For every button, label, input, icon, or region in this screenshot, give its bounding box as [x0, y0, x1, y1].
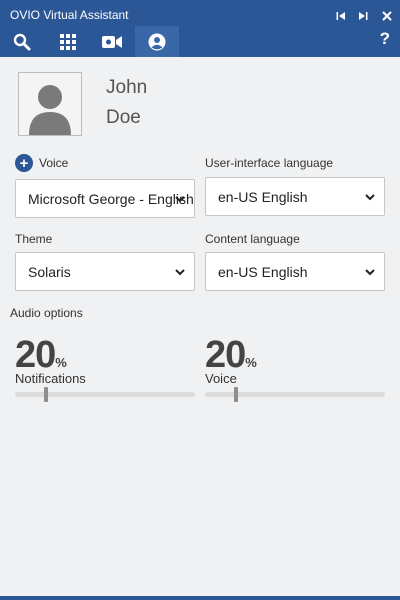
- user-first-name: John: [106, 77, 148, 98]
- chevron-down-icon: [365, 269, 375, 276]
- chevron-down-icon: [175, 196, 185, 203]
- last-icon[interactable]: [356, 8, 370, 24]
- notifications-volume-slider[interactable]: [15, 387, 195, 402]
- voice-volume-label: Voice: [205, 371, 237, 386]
- theme-label: Theme: [15, 232, 53, 246]
- avatar: [18, 72, 82, 136]
- footer-bar: [0, 596, 400, 600]
- close-icon[interactable]: [380, 8, 394, 24]
- notifications-slider-thumb[interactable]: [44, 387, 48, 402]
- chevron-down-icon: [365, 194, 375, 201]
- content-language-select[interactable]: en-US English: [205, 252, 385, 291]
- header-bar: OVIO Virtual Assistant ?: [0, 0, 400, 57]
- voice-volume-unit: %: [245, 355, 257, 370]
- help-button[interactable]: ?: [380, 29, 390, 49]
- voice-select-value: Microsoft George - English (United Kingd…: [28, 190, 194, 207]
- notifications-volume-unit: %: [55, 355, 67, 370]
- ui-language-select[interactable]: en-US English: [205, 177, 385, 216]
- app-title: OVIO Virtual Assistant: [10, 8, 129, 22]
- tab-grid[interactable]: [46, 26, 90, 57]
- grid-icon: [60, 33, 76, 50]
- user-last-name: Doe: [106, 107, 141, 128]
- content-language-select-value: en-US English: [218, 263, 308, 280]
- search-icon: [13, 33, 31, 50]
- voice-slider-thumb[interactable]: [234, 387, 238, 402]
- voice-volume-slider[interactable]: [205, 387, 385, 402]
- voice-label: Voice: [39, 156, 69, 170]
- tab-user[interactable]: [135, 26, 179, 57]
- theme-select[interactable]: Solaris: [15, 252, 195, 291]
- ui-language-label: User-interface language: [205, 156, 334, 170]
- user-icon: [148, 33, 166, 50]
- notifications-label: Notifications: [15, 371, 86, 386]
- notifications-volume-value: 20: [15, 334, 56, 376]
- chevron-down-icon: [175, 269, 185, 276]
- voice-select[interactable]: Microsoft George - English (United Kingd…: [15, 179, 195, 218]
- audio-options-label: Audio options: [10, 306, 83, 320]
- tab-video[interactable]: [90, 26, 134, 57]
- add-voice-button[interactable]: +: [15, 154, 33, 172]
- first-icon[interactable]: [334, 8, 348, 24]
- voice-volume-value: 20: [205, 334, 246, 376]
- content-language-label: Content language: [205, 232, 300, 246]
- video-camera-icon: [102, 35, 122, 48]
- theme-select-value: Solaris: [28, 263, 71, 280]
- avatar-icon: [29, 85, 71, 135]
- ui-language-select-value: en-US English: [218, 188, 308, 205]
- tab-search[interactable]: [0, 26, 44, 57]
